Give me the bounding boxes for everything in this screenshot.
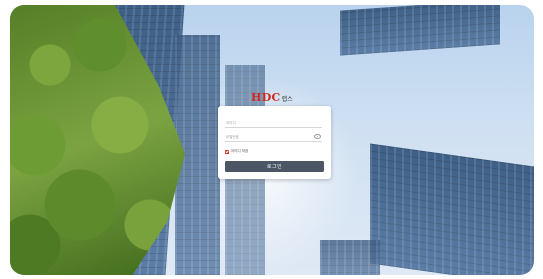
remember-checkbox[interactable] [225, 149, 229, 154]
eye-icon[interactable] [314, 134, 321, 139]
remember-label: 아이디 저장 [231, 149, 249, 153]
login-button[interactable]: 로그인 [225, 161, 324, 172]
logo-subtext: 랩스 [281, 96, 293, 103]
password-field[interactable] [225, 132, 322, 142]
remember-id-option[interactable]: 아이디 저장 [225, 149, 248, 154]
building-bottom-center [320, 240, 380, 275]
logo-text: HDC [251, 91, 281, 104]
id-input[interactable] [226, 120, 306, 125]
password-input[interactable] [226, 134, 306, 139]
id-field[interactable] [225, 118, 322, 128]
login-card: 아이디 저장 로그인 [218, 106, 331, 179]
building-top-right [340, 5, 500, 56]
brand-logo: HDC 랩스 [251, 91, 293, 104]
building-bottom-right [370, 143, 534, 275]
